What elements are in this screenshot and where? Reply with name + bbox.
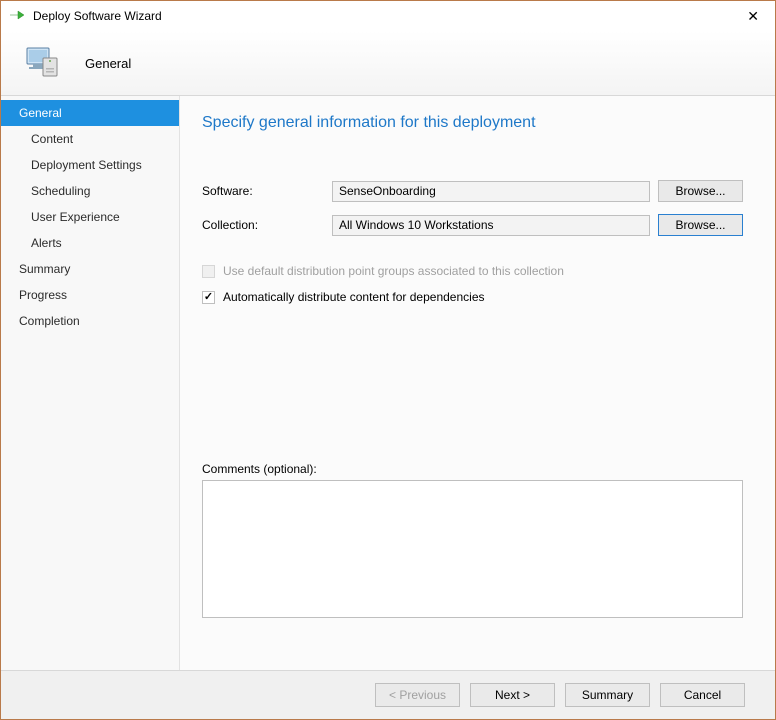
cancel-button[interactable]: Cancel xyxy=(660,683,745,707)
software-input[interactable] xyxy=(332,181,650,202)
checkbox-auto-distribute-label: Automatically distribute content for dep… xyxy=(223,290,485,304)
footer: < Previous Next > Summary Cancel xyxy=(1,670,775,719)
comments-label: Comments (optional): xyxy=(202,462,743,476)
sidebar-item-general[interactable]: General xyxy=(1,100,179,126)
checkbox-row-auto-distribute: Automatically distribute content for dep… xyxy=(202,290,743,304)
header-title: General xyxy=(85,56,131,71)
software-label: Software: xyxy=(202,184,324,198)
previous-button: < Previous xyxy=(375,683,460,707)
sidebar-item-user-experience[interactable]: User Experience xyxy=(1,204,179,230)
checkbox-default-dp xyxy=(202,265,215,278)
computer-icon xyxy=(21,42,61,85)
arrow-right-icon xyxy=(9,7,25,26)
collection-input[interactable] xyxy=(332,215,650,236)
body: GeneralContentDeployment SettingsSchedul… xyxy=(1,96,775,670)
main-panel: Specify general information for this dep… xyxy=(179,96,775,670)
sidebar-item-completion[interactable]: Completion xyxy=(1,308,179,334)
sidebar-item-content[interactable]: Content xyxy=(1,126,179,152)
titlebar-left: Deploy Software Wizard xyxy=(9,7,162,26)
comments-textarea[interactable] xyxy=(202,480,743,618)
checkbox-auto-distribute[interactable] xyxy=(202,291,215,304)
sidebar-item-progress[interactable]: Progress xyxy=(1,282,179,308)
collection-row: Collection: Browse... xyxy=(202,214,743,236)
titlebar: Deploy Software Wizard ✕ xyxy=(1,1,775,31)
page-heading: Specify general information for this dep… xyxy=(202,114,743,132)
wizard-window: Deploy Software Wizard ✕ General General… xyxy=(0,0,776,720)
header-band: General xyxy=(1,31,775,96)
sidebar: GeneralContentDeployment SettingsSchedul… xyxy=(1,96,179,670)
software-row: Software: Browse... xyxy=(202,180,743,202)
sidebar-item-scheduling[interactable]: Scheduling xyxy=(1,178,179,204)
collection-label: Collection: xyxy=(202,218,324,232)
collection-browse-button[interactable]: Browse... xyxy=(658,214,743,236)
window-title: Deploy Software Wizard xyxy=(33,9,162,23)
checkbox-row-default-dp: Use default distribution point groups as… xyxy=(202,264,743,278)
sidebar-item-deployment-settings[interactable]: Deployment Settings xyxy=(1,152,179,178)
software-browse-button[interactable]: Browse... xyxy=(658,180,743,202)
next-button[interactable]: Next > xyxy=(470,683,555,707)
sidebar-item-summary[interactable]: Summary xyxy=(1,256,179,282)
checkbox-default-dp-label: Use default distribution point groups as… xyxy=(223,264,564,278)
close-button[interactable]: ✕ xyxy=(739,4,767,29)
sidebar-item-alerts[interactable]: Alerts xyxy=(1,230,179,256)
summary-button[interactable]: Summary xyxy=(565,683,650,707)
